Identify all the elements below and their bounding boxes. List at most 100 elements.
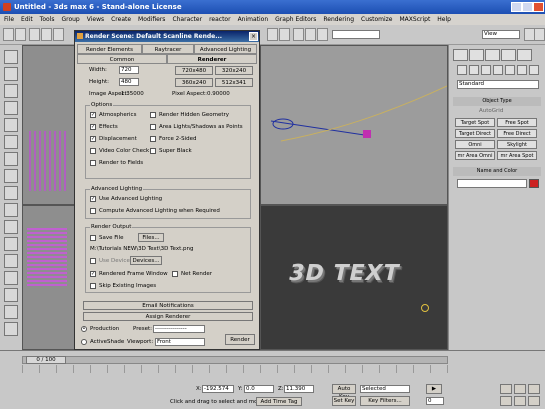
tool-icon-13[interactable]: [4, 254, 18, 268]
dialog-close-icon[interactable]: ×: [249, 32, 258, 41]
menu-rendering[interactable]: Rendering: [323, 16, 354, 23]
preset-320x240-button[interactable]: 320x240: [215, 66, 253, 75]
auto-key-button[interactable]: Auto Key: [332, 384, 356, 400]
set-key-button[interactable]: Set Key: [332, 396, 356, 406]
rendered-frame-window-checkbox[interactable]: ✓: [90, 271, 96, 277]
tab-raytracer[interactable]: Raytracer: [142, 44, 194, 54]
zoom-icon[interactable]: [500, 384, 512, 394]
pan-icon[interactable]: [500, 396, 512, 406]
name-color-header[interactable]: Name and Color: [453, 167, 541, 176]
tool-icon-6[interactable]: [4, 135, 18, 149]
geometry-icon[interactable]: [457, 65, 467, 75]
y-coord-field[interactable]: 0.0: [244, 385, 274, 393]
x-coord-field[interactable]: -192.574: [202, 385, 234, 393]
selection-set-field[interactable]: [332, 30, 380, 39]
current-frame-field[interactable]: 0: [426, 397, 444, 405]
helpers-icon[interactable]: [505, 65, 515, 75]
menu-file[interactable]: File: [4, 16, 14, 23]
tab-common[interactable]: Common: [77, 54, 167, 64]
effects-checkbox[interactable]: ✓: [90, 124, 96, 130]
shapes-icon[interactable]: [469, 65, 479, 75]
target-spot-button[interactable]: Target Spot: [455, 118, 495, 127]
menu-views[interactable]: Views: [87, 16, 104, 23]
compute-advanced-lighting-checkbox[interactable]: [90, 208, 96, 214]
minimize-button[interactable]: [511, 2, 522, 12]
use-advanced-lighting-checkbox[interactable]: ✓: [90, 196, 96, 202]
menu-customize[interactable]: Customize: [361, 16, 393, 23]
scale-icon[interactable]: [317, 28, 328, 41]
assign-renderer-rollout[interactable]: Assign Renderer: [83, 312, 253, 321]
track-bar[interactable]: [22, 365, 448, 373]
bind-space-warp-icon[interactable]: [53, 28, 64, 41]
close-button[interactable]: [533, 2, 544, 12]
tool-icon-7[interactable]: [4, 152, 18, 166]
viewport-front[interactable]: [260, 45, 448, 205]
modify-tab-icon[interactable]: [469, 49, 484, 61]
zoom-extents-icon[interactable]: [528, 384, 540, 394]
mr-area-spot-button[interactable]: mr Area Spot: [497, 151, 537, 160]
maximize-button[interactable]: [522, 2, 533, 12]
select-by-name-icon[interactable]: [279, 28, 290, 41]
skylight-button[interactable]: Skylight: [497, 140, 537, 149]
tool-icon-10[interactable]: [4, 203, 18, 217]
play-icon[interactable]: ▶: [426, 384, 442, 394]
preset-360x240-button[interactable]: 360x240: [175, 78, 213, 87]
object-type-header[interactable]: Object Type: [453, 97, 541, 106]
tool-icon-11[interactable]: [4, 220, 18, 234]
tool-icon-15[interactable]: [4, 288, 18, 302]
tool-icon-14[interactable]: [4, 271, 18, 285]
save-file-checkbox[interactable]: [90, 235, 96, 241]
free-direct-button[interactable]: Free Direct: [497, 129, 537, 138]
menu-create[interactable]: Create: [111, 16, 131, 23]
preset-720x480-button[interactable]: 720x480: [175, 66, 213, 75]
target-direct-button[interactable]: Target Direct: [455, 129, 495, 138]
free-spot-button[interactable]: Free Spot: [497, 118, 537, 127]
tool-icon-12[interactable]: [4, 237, 18, 251]
render-hidden-checkbox[interactable]: [150, 112, 156, 118]
area-lights-checkbox[interactable]: [150, 124, 156, 130]
menu-edit[interactable]: Edit: [21, 16, 33, 23]
create-tab-icon[interactable]: [453, 49, 468, 61]
viewport-perspective[interactable]: 3D TEXT: [260, 205, 448, 350]
reference-coord-select[interactable]: View: [482, 30, 520, 39]
files-button[interactable]: Files...: [138, 233, 164, 242]
menu-modifiers[interactable]: Modifiers: [138, 16, 165, 23]
tool-icon-2[interactable]: [4, 67, 18, 81]
render-to-fields-checkbox[interactable]: [90, 160, 96, 166]
key-filters-button[interactable]: Key Filters...: [360, 396, 410, 406]
production-radio[interactable]: •: [81, 326, 87, 332]
redo-icon[interactable]: [15, 28, 26, 41]
tool-icon-3[interactable]: [4, 84, 18, 98]
height-field[interactable]: 480: [119, 78, 139, 86]
width-field[interactable]: 720: [119, 66, 139, 74]
lights-icon[interactable]: [481, 65, 491, 75]
undo-icon[interactable]: [3, 28, 14, 41]
mr-area-omni-button[interactable]: mr Area Omni: [455, 151, 495, 160]
menu-reactor[interactable]: reactor: [209, 16, 231, 23]
color-swatch[interactable]: [529, 179, 539, 188]
output-path[interactable]: M:\Tutorials NEW\3D Text\3D Text.png: [90, 246, 193, 252]
motion-tab-icon[interactable]: [501, 49, 516, 61]
rotate-icon[interactable]: [305, 28, 316, 41]
tool-icon-16[interactable]: [4, 305, 18, 319]
use-device-checkbox[interactable]: [90, 258, 96, 264]
super-black-checkbox[interactable]: [150, 148, 156, 154]
omni-button[interactable]: Omni: [455, 140, 495, 149]
spacewarps-icon[interactable]: [517, 65, 527, 75]
key-mode-select[interactable]: Selected: [360, 385, 410, 393]
net-render-checkbox[interactable]: [172, 271, 178, 277]
arc-rotate-icon[interactable]: [514, 396, 526, 406]
skip-existing-checkbox[interactable]: [90, 283, 96, 289]
force-2-sided-checkbox[interactable]: [150, 136, 156, 142]
menu-graph-editors[interactable]: Graph Editors: [275, 16, 316, 23]
pixel-aspect-value[interactable]: 0.90000: [207, 91, 230, 97]
menu-maxscript[interactable]: MAXScript: [400, 16, 431, 23]
menu-help[interactable]: Help: [437, 16, 451, 23]
viewport-top[interactable]: [22, 45, 76, 205]
viewport-left[interactable]: [22, 205, 76, 350]
select-icon[interactable]: [267, 28, 278, 41]
add-time-tag-button[interactable]: Add Time Tag: [256, 397, 302, 406]
preset-select[interactable]: ----------------: [153, 325, 205, 333]
tool-icon-5[interactable]: [4, 118, 18, 132]
tab-advanced-lighting[interactable]: Advanced Lighting: [194, 44, 257, 54]
